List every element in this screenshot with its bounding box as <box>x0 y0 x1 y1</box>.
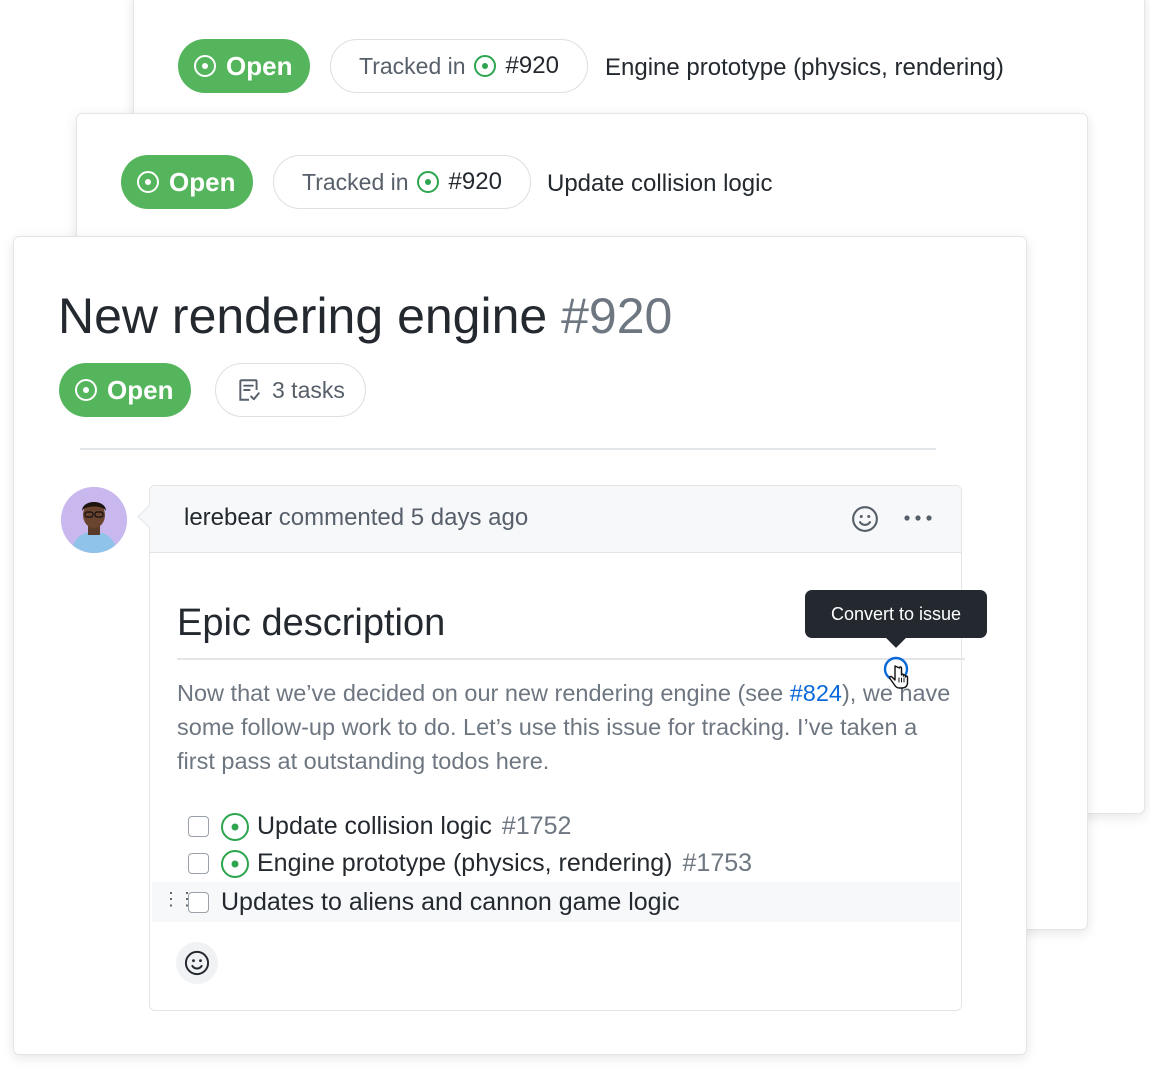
tracked-in-pill[interactable]: Tracked in #920 <box>330 39 588 93</box>
add-reaction-button[interactable] <box>176 942 218 984</box>
heading-rule <box>177 658 965 660</box>
avatar-image <box>61 487 127 553</box>
kebab-horizontal-icon[interactable] <box>903 513 933 523</box>
task-title[interactable]: Updates to aliens and cannon game logic <box>221 888 680 917</box>
issue-title[interactable]: Engine prototype (physics, rendering) <box>605 54 1004 82</box>
issue-link[interactable]: #824 <box>790 680 842 706</box>
comment-body: Now that we’ve decided on our new render… <box>177 680 951 774</box>
issue-opened-icon <box>75 379 97 401</box>
issue-number: #920 <box>561 288 673 344</box>
convert-to-issue-button[interactable] <box>882 655 914 695</box>
task-checkbox[interactable] <box>188 816 209 837</box>
issue-opened-icon <box>137 171 159 193</box>
pointer-hand-icon <box>888 665 909 689</box>
issue-opened-icon <box>221 849 249 878</box>
smiley-icon[interactable] <box>850 504 880 534</box>
avatar[interactable] <box>61 487 127 553</box>
task-title[interactable]: Engine prototype (physics, rendering) <box>257 849 673 878</box>
issue-opened-icon <box>194 55 216 77</box>
task-title[interactable]: Update collision logic <box>257 812 492 841</box>
smiley-icon <box>184 950 210 976</box>
task-item: Engine prototype (physics, rendering) #1… <box>188 849 752 878</box>
task-item: Update collision logic #1752 <box>188 812 571 841</box>
comment-timestamp: commented 5 days ago <box>278 504 529 531</box>
divider <box>80 448 936 450</box>
tracked-in-pill[interactable]: Tracked in #920 <box>273 155 531 209</box>
convert-to-issue-tooltip: Convert to issue <box>805 590 987 638</box>
task-number[interactable]: #1753 <box>683 849 753 878</box>
tasks-count-pill[interactable]: 3 tasks <box>215 363 366 417</box>
task-checkbox[interactable] <box>188 892 209 913</box>
comment-author[interactable]: lerebear <box>184 504 272 531</box>
open-status-badge: Open <box>59 363 192 417</box>
issue-opened-icon <box>416 171 439 193</box>
issue-opened-icon <box>221 812 249 841</box>
issue-opened-icon <box>473 55 496 77</box>
comment-box: lerebear commented 5 days ago Epic descr… <box>137 485 965 1011</box>
task-item: Updates to aliens and cannon game logic <box>188 888 680 917</box>
comment-header: lerebear commented 5 days ago <box>150 486 961 553</box>
issue-detail-card: New rendering engine #920 Open 3 tasks l… <box>13 236 1027 1055</box>
task-checkbox[interactable] <box>188 853 209 874</box>
page-title: New rendering engine #920 <box>58 288 673 344</box>
tasklist-icon <box>239 379 260 401</box>
comment-heading: Epic description <box>177 602 446 644</box>
issue-title[interactable]: Update collision logic <box>547 170 772 198</box>
open-status-badge: Open <box>178 39 311 93</box>
task-number[interactable]: #1752 <box>502 812 572 841</box>
open-status-badge: Open <box>121 155 254 209</box>
